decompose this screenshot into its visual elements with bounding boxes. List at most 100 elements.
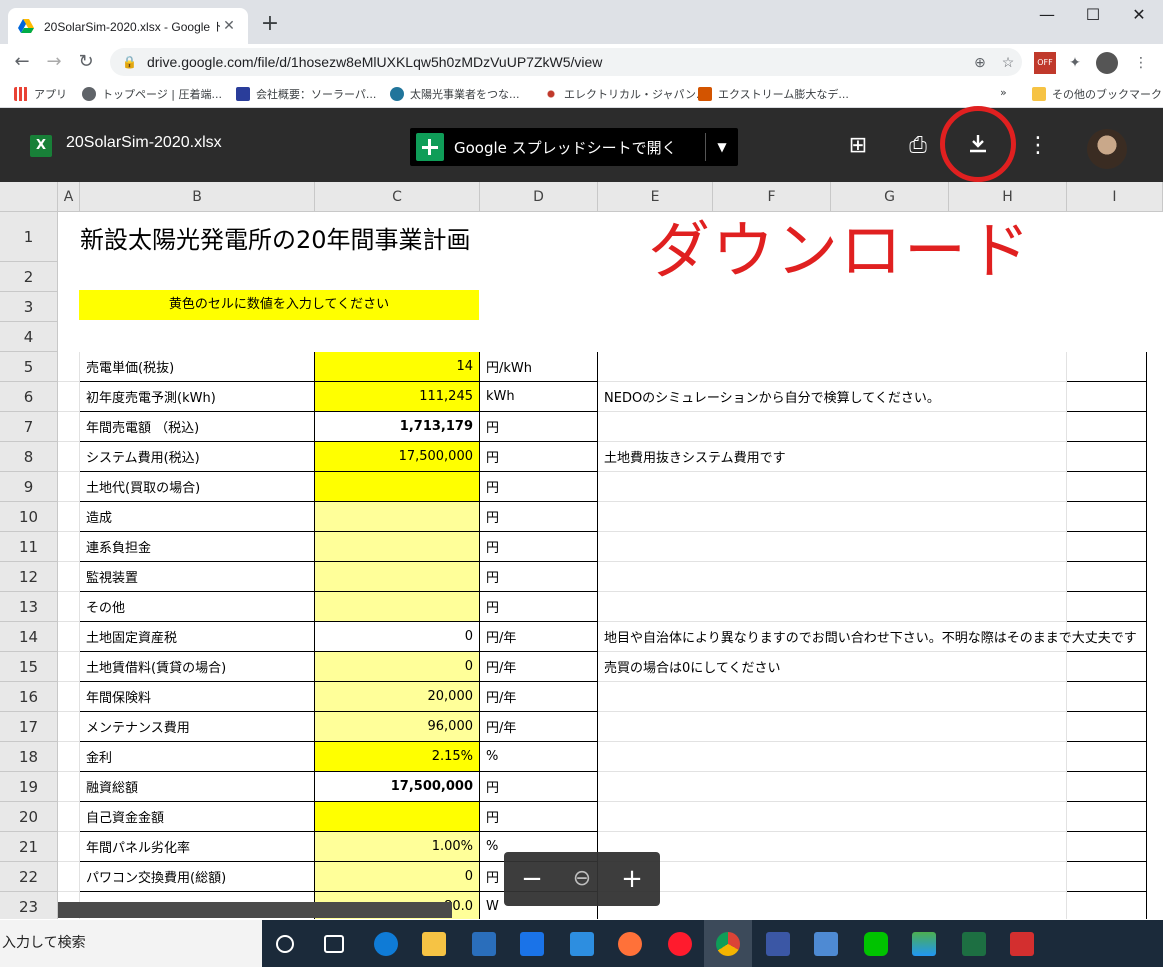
value-cell[interactable]: 17,500,000 xyxy=(315,772,480,802)
bookmark-item[interactable]: 太陽光事業者をつな... xyxy=(390,86,520,102)
extension-icon[interactable]: OFF xyxy=(1034,52,1056,74)
tab-close-icon[interactable]: ✕ xyxy=(220,18,238,34)
bookmark-item[interactable]: エレクトリカル・ジャパン... xyxy=(544,86,707,102)
firefox-icon[interactable] xyxy=(618,932,642,956)
note-cell xyxy=(598,352,1067,382)
value-cell[interactable] xyxy=(315,502,480,532)
excel-file-icon: X xyxy=(30,135,52,157)
app-icon[interactable] xyxy=(766,932,790,956)
value-cell[interactable] xyxy=(315,532,480,562)
value-cell[interactable]: 17,500,000 xyxy=(315,442,480,472)
unit-cell: 円 xyxy=(480,802,598,832)
avatar[interactable] xyxy=(1087,129,1127,169)
note-cell xyxy=(598,892,1067,919)
zoom-out-button[interactable]: − xyxy=(516,864,548,894)
cell-a xyxy=(58,502,80,532)
cell-i xyxy=(1067,442,1147,472)
value-cell[interactable]: 111,245 xyxy=(315,382,480,412)
file-explorer-icon[interactable] xyxy=(422,932,446,956)
value-cell[interactable]: 20,000 xyxy=(315,682,480,712)
bookmarks-overflow[interactable]: » xyxy=(1000,86,1007,99)
value-cell[interactable]: 96,000 xyxy=(315,712,480,742)
close-window-button[interactable]: ✕ xyxy=(1116,0,1162,32)
row-header: 1 xyxy=(0,212,58,262)
figure-icon xyxy=(698,87,712,101)
highlight-circle xyxy=(940,106,1016,182)
value-cell[interactable]: 14 xyxy=(315,352,480,382)
value-cell[interactable] xyxy=(315,562,480,592)
open-with-button[interactable]: Google スプレッドシートで開く ▼ xyxy=(410,128,738,166)
file-name: 20SolarSim-2020.xlsx xyxy=(66,134,222,151)
cell-i xyxy=(1067,682,1147,712)
maximize-button[interactable]: ☐ xyxy=(1070,0,1116,32)
value-cell[interactable] xyxy=(315,802,480,832)
opera-icon[interactable] xyxy=(668,932,692,956)
cell-i xyxy=(1067,742,1147,772)
taskbar: 入力して検索 xyxy=(0,920,1163,967)
zoom-icon[interactable]: ⊕ xyxy=(966,54,994,71)
acrobat-icon[interactable] xyxy=(1010,932,1034,956)
bookmark-item[interactable]: エクストリーム膨大なデ... xyxy=(698,86,849,102)
minimize-button[interactable]: — xyxy=(1024,0,1070,32)
chevron-down-icon[interactable]: ▼ xyxy=(706,140,738,154)
row-header: 14 xyxy=(0,622,58,652)
horizontal-scrollbar[interactable] xyxy=(58,902,452,918)
task-view-icon[interactable] xyxy=(324,935,344,953)
note-cell: 土地費用抜きシステム費用です xyxy=(598,442,1067,472)
menu-dots-icon[interactable]: ⋮ xyxy=(1130,52,1152,74)
zoom-in-button[interactable]: + xyxy=(616,864,648,894)
bookmark-star-icon[interactable]: ☆ xyxy=(994,54,1022,71)
line-icon[interactable] xyxy=(864,932,888,956)
cortana-icon[interactable] xyxy=(276,935,294,953)
profile-icon[interactable] xyxy=(1096,52,1118,74)
value-cell[interactable]: 0 xyxy=(315,622,480,652)
print-icon[interactable]: ⎙ xyxy=(904,132,932,160)
mail-icon[interactable] xyxy=(520,932,544,956)
note-cell xyxy=(598,742,1067,772)
note-cell xyxy=(598,502,1067,532)
value-cell[interactable]: 1,713,179 xyxy=(315,412,480,442)
address-bar[interactable]: 🔒 drive.google.com/file/d/1hosezw8eMlUXK… xyxy=(110,48,1022,76)
cell-i xyxy=(1067,532,1147,562)
browser-tab[interactable]: 20SolarSim-2020.xlsx - Google ド ✕ xyxy=(8,8,248,44)
value-cell[interactable]: 0 xyxy=(315,862,480,892)
forward-icon[interactable]: → xyxy=(42,50,66,74)
value-cell[interactable] xyxy=(315,592,480,622)
value-cell[interactable] xyxy=(315,472,480,502)
video-icon[interactable] xyxy=(570,932,594,956)
note-cell xyxy=(598,772,1067,802)
folder-icon xyxy=(1032,87,1046,101)
store-icon[interactable] xyxy=(472,932,496,956)
value-cell[interactable]: 2.15% xyxy=(315,742,480,772)
value-cell[interactable]: 1.00% xyxy=(315,832,480,862)
cell-i xyxy=(1067,862,1147,892)
bookmark-item[interactable]: トップページ | 圧着端... xyxy=(82,86,222,102)
zoom-reset-icon[interactable]: ⊖ xyxy=(566,864,598,894)
image-app-icon[interactable] xyxy=(912,932,936,956)
note-cell: NEDOのシミュレーションから自分で検算してください。 xyxy=(598,382,1067,412)
unit-cell: 円/年 xyxy=(480,622,598,652)
zoom-controls: − ⊖ + xyxy=(504,852,660,906)
note-cell xyxy=(598,592,1067,622)
google-drive-icon xyxy=(18,18,34,34)
label-cell: 金利 xyxy=(80,742,315,772)
chrome-icon[interactable] xyxy=(716,932,740,956)
other-bookmarks[interactable]: その他のブックマーク xyxy=(1032,86,1162,102)
value-cell[interactable]: 0 xyxy=(315,652,480,682)
wordpress-icon xyxy=(390,87,404,101)
note-cell xyxy=(598,802,1067,832)
edge-icon[interactable] xyxy=(374,932,398,956)
new-tab-button[interactable]: + xyxy=(258,12,282,36)
note-cell: 地目や自治体により異なりますのでお問い合わせ下さい。不明な際はそのままで大丈夫で… xyxy=(598,622,1137,652)
bookmark-apps[interactable]: アプリ xyxy=(14,86,67,102)
more-options-icon[interactable]: ⋮ xyxy=(1024,132,1052,160)
taskbar-search[interactable]: 入力して検索 xyxy=(0,920,262,967)
cell-i xyxy=(1067,712,1147,742)
puzzle-icon[interactable]: ✦ xyxy=(1064,52,1086,74)
bookmark-item[interactable]: 会社概要：ソーラーパ... xyxy=(236,86,376,102)
back-icon[interactable]: ← xyxy=(10,50,34,74)
photos-icon[interactable] xyxy=(814,932,838,956)
excel-icon[interactable] xyxy=(962,932,986,956)
add-to-drive-icon[interactable]: ⊞ xyxy=(844,132,872,160)
reload-icon[interactable]: ↻ xyxy=(74,50,98,74)
